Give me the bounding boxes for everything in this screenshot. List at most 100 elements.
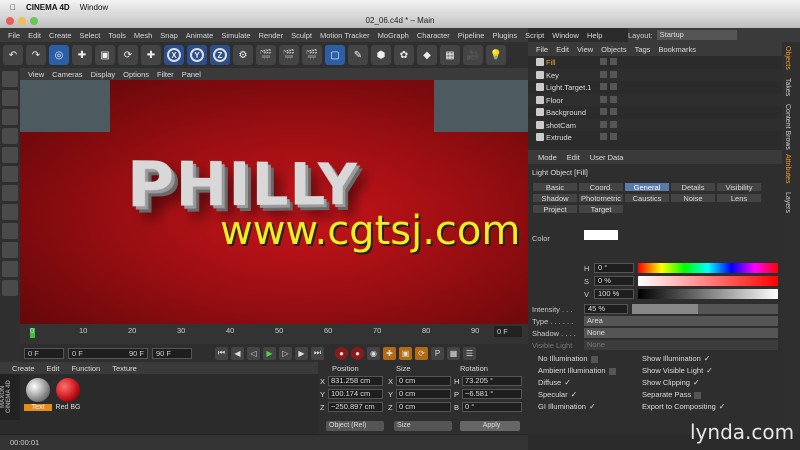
color-swatch[interactable] <box>584 230 618 240</box>
checkbox[interactable]: ✓ <box>719 402 726 411</box>
key-param-icon[interactable]: P <box>431 346 444 360</box>
menu-tools[interactable]: Tools <box>108 31 126 40</box>
size-mode-dropdown[interactable]: Size <box>394 421 452 431</box>
render-picture-viewer-icon[interactable]: 🎬 <box>279 45 299 65</box>
apple-icon[interactable]:  <box>10 3 16 12</box>
light-icon[interactable]: 💡 <box>486 45 506 65</box>
v-field[interactable]: 100 % <box>594 289 634 299</box>
tab-layers[interactable]: Layers <box>782 188 793 217</box>
checkbox[interactable] <box>608 367 616 375</box>
menu-motion-tracker[interactable]: Motion Tracker <box>320 31 370 40</box>
texture-mode-icon[interactable] <box>2 109 18 125</box>
tab-shadow[interactable]: Shadow <box>532 193 578 203</box>
menu-animate[interactable]: Animate <box>186 31 214 40</box>
redo-icon[interactable]: ↷ <box>26 45 46 65</box>
menu-pipeline[interactable]: Pipeline <box>458 31 485 40</box>
tab-visibility[interactable]: Visibility <box>716 182 762 192</box>
magnet-icon[interactable] <box>2 280 18 296</box>
tab-coord[interactable]: Coord. <box>578 182 624 192</box>
app-menu[interactable]: CINEMA 4D <box>26 3 70 12</box>
object-menu-edit[interactable]: Edit <box>556 45 569 54</box>
rotation-field[interactable]: 73.205 ° <box>462 376 522 386</box>
checkbox[interactable] <box>694 391 702 399</box>
view-menu-filter[interactable]: Filter <box>157 70 174 79</box>
material-red-bg[interactable]: Red BG <box>54 378 82 418</box>
checkbox-row[interactable]: Export to Compositing ✓ <box>642 402 726 411</box>
viewport[interactable]: PHILLY www.cgtsj.com <box>20 80 528 324</box>
material-menu-function[interactable]: Function <box>71 364 100 373</box>
keyframe-selection-icon[interactable]: ◉ <box>367 346 380 360</box>
checkbox[interactable] <box>590 355 598 363</box>
snap-icon[interactable] <box>2 242 18 258</box>
deformer-icon[interactable]: ◆ <box>417 45 437 65</box>
value-slider[interactable] <box>638 289 778 299</box>
menu-window[interactable]: Window <box>552 31 579 40</box>
tab-general[interactable]: General <box>624 182 670 192</box>
move-icon[interactable]: ✚ <box>72 45 92 65</box>
object-name[interactable]: Light.Target.1 <box>546 83 591 92</box>
menu-select[interactable]: Select <box>80 31 101 40</box>
tab-details[interactable]: Details <box>670 182 716 192</box>
checkbox-row[interactable]: Specular ✓ <box>538 390 577 399</box>
close-window-button[interactable] <box>6 17 14 25</box>
checkbox[interactable]: ✓ <box>693 378 700 387</box>
frame-range-slider[interactable]: 0 F 90 F <box>68 347 148 359</box>
prev-frame-icon[interactable]: ◁ <box>247 346 260 360</box>
checkbox-row[interactable]: No Illumination <box>538 354 598 363</box>
object-row[interactable]: shotCam <box>528 118 782 131</box>
lock-workplane-icon[interactable] <box>2 261 18 277</box>
render-view-icon[interactable]: 🎬 <box>256 45 276 65</box>
size-field[interactable]: 0 cm <box>396 402 451 412</box>
key-pla-icon[interactable]: ▦ <box>447 346 460 360</box>
checkbox[interactable]: ✓ <box>704 354 711 363</box>
visibility-toggle[interactable] <box>610 58 617 65</box>
menu-character[interactable]: Character <box>417 31 450 40</box>
object-menu-bookmarks[interactable]: Bookmarks <box>658 45 696 54</box>
rotation-field[interactable]: 0 ° <box>462 402 522 412</box>
layer-toggle[interactable] <box>600 58 607 65</box>
view-menu-display[interactable]: Display <box>91 70 116 79</box>
layer-toggle[interactable] <box>600 108 607 115</box>
menu-simulate[interactable]: Simulate <box>221 31 250 40</box>
checkbox[interactable]: ✓ <box>571 390 578 399</box>
menu-edit[interactable]: Edit <box>28 31 41 40</box>
material-menu-create[interactable]: Create <box>12 364 35 373</box>
attr-menu-user-data[interactable]: User Data <box>590 153 624 162</box>
add-icon[interactable]: ✚ <box>141 45 161 65</box>
layer-toggle[interactable] <box>600 95 607 103</box>
timeline-menu-icon[interactable]: ☰ <box>463 346 476 360</box>
object-name[interactable]: shotCam <box>546 121 576 130</box>
menu-plugins[interactable]: Plugins <box>492 31 517 40</box>
tab-attributes[interactable]: Attributes <box>782 150 793 188</box>
visibility-toggle[interactable] <box>610 95 617 103</box>
coord-mode-dropdown[interactable]: Object (Rel) <box>326 421 384 431</box>
checkbox[interactable]: ✓ <box>564 378 571 387</box>
start-frame-field[interactable]: 0 F <box>24 347 64 359</box>
next-key-icon[interactable]: ▶ <box>295 346 308 360</box>
object-menu-tags[interactable]: Tags <box>635 45 651 54</box>
rotate-icon[interactable]: ⟳ <box>118 45 138 65</box>
zoom-window-button[interactable] <box>30 17 38 25</box>
layer-toggle[interactable] <box>600 83 607 90</box>
menu-help[interactable]: Help <box>587 31 602 40</box>
object-menu-objects[interactable]: Objects <box>601 45 626 54</box>
camera-icon[interactable]: 🎥 <box>463 45 483 65</box>
minimize-window-button[interactable] <box>18 17 26 25</box>
object-name[interactable]: Key <box>546 71 559 80</box>
menu-sculpt[interactable]: Sculpt <box>291 31 312 40</box>
play-icon[interactable]: ▶ <box>263 346 276 360</box>
checkbox-row[interactable]: Show Visible Light ✓ <box>642 366 713 375</box>
object-menu-view[interactable]: View <box>577 45 593 54</box>
layout-dropdown[interactable]: Startup <box>656 30 737 40</box>
visibility-toggle[interactable] <box>610 133 617 140</box>
menu-mograph[interactable]: MoGraph <box>378 31 409 40</box>
visibility-toggle[interactable] <box>610 83 617 90</box>
tab-caustics[interactable]: Caustics <box>624 193 670 203</box>
next-frame-icon[interactable]: ▷ <box>279 346 292 360</box>
object-row[interactable]: Extrude <box>528 131 782 144</box>
object-row[interactable]: Light.Target.1 <box>528 81 782 94</box>
object-name[interactable]: Background <box>546 108 586 117</box>
model-mode-icon[interactable] <box>2 90 18 106</box>
object-row[interactable]: Background <box>528 106 782 119</box>
goto-start-icon[interactable]: ⏮ <box>215 346 228 360</box>
